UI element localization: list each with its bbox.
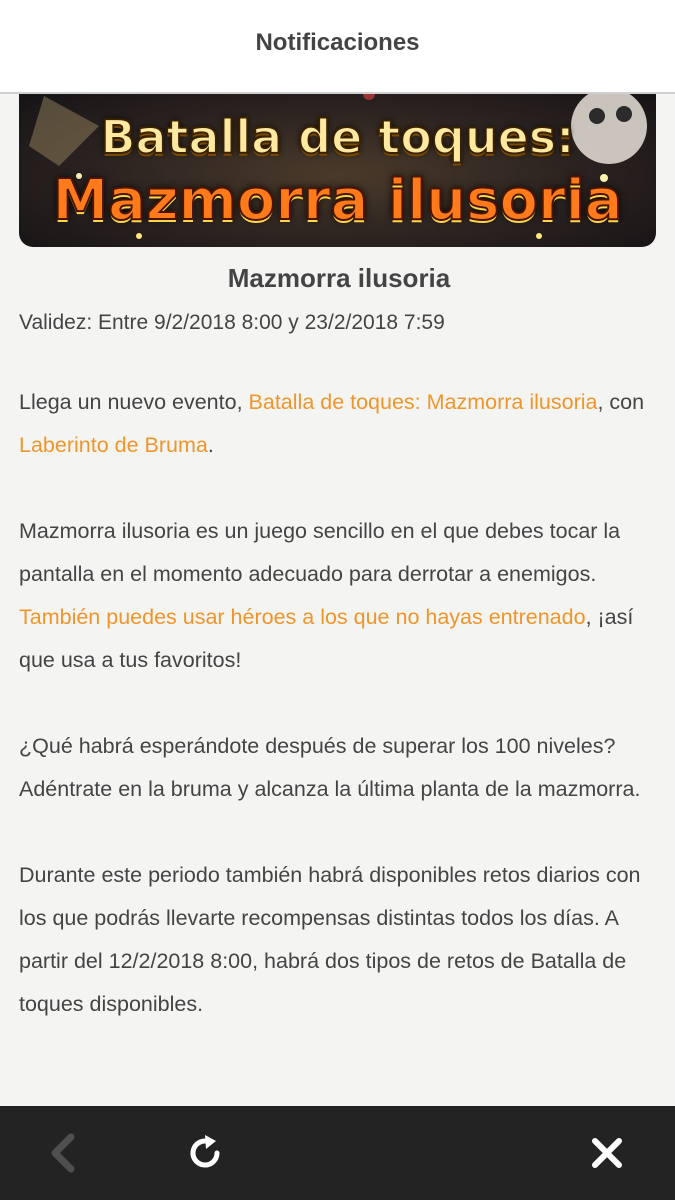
notification-content: Mazmorra ilusoria Validez: Entre 9/2/201…	[19, 250, 659, 1026]
heroes-link[interactable]: También puedes usar héroes a los que no …	[19, 605, 586, 629]
chevron-left-icon	[51, 1133, 75, 1173]
paragraph-daily-challenges: Durante este periodo también habrá dispo…	[19, 863, 641, 1016]
text-span: .	[207, 433, 214, 457]
banner-title-line1: Batalla de toques:	[99, 109, 575, 165]
labyrinth-link[interactable]: Laberinto de Bruma	[19, 433, 208, 457]
top-header: Notificaciones	[0, 0, 675, 94]
banner-title-line2: Mazmorra ilusoria	[51, 167, 623, 234]
refresh-button[interactable]	[160, 1106, 250, 1200]
page-title: Notificaciones	[255, 29, 420, 56]
event-banner-image: Batalla de toques: Mazmorra ilusoria	[19, 86, 656, 247]
paragraph-levels: ¿Qué habrá esperándote después de supera…	[19, 734, 641, 801]
paragraph-description: Mazmorra ilusoria es un juego sencillo e…	[19, 510, 659, 682]
refresh-icon	[190, 1135, 220, 1168]
text-span: , con	[597, 390, 645, 414]
bottom-toolbar	[0, 1106, 675, 1200]
text-span: Mazmorra ilusoria es un juego sencillo e…	[19, 519, 621, 586]
validity-text: Validez: Entre 9/2/2018 8:00 y 23/2/2018…	[19, 311, 445, 334]
back-button[interactable]	[18, 1106, 108, 1200]
close-icon	[592, 1138, 622, 1168]
text-span: Llega un nuevo evento,	[19, 390, 249, 414]
event-link[interactable]: Batalla de toques: Mazmorra ilusoria	[249, 390, 598, 414]
close-button[interactable]	[562, 1106, 652, 1200]
paragraph-intro: Llega un nuevo evento, Batalla de toques…	[19, 381, 659, 467]
article-title: Mazmorra ilusoria	[227, 263, 451, 293]
